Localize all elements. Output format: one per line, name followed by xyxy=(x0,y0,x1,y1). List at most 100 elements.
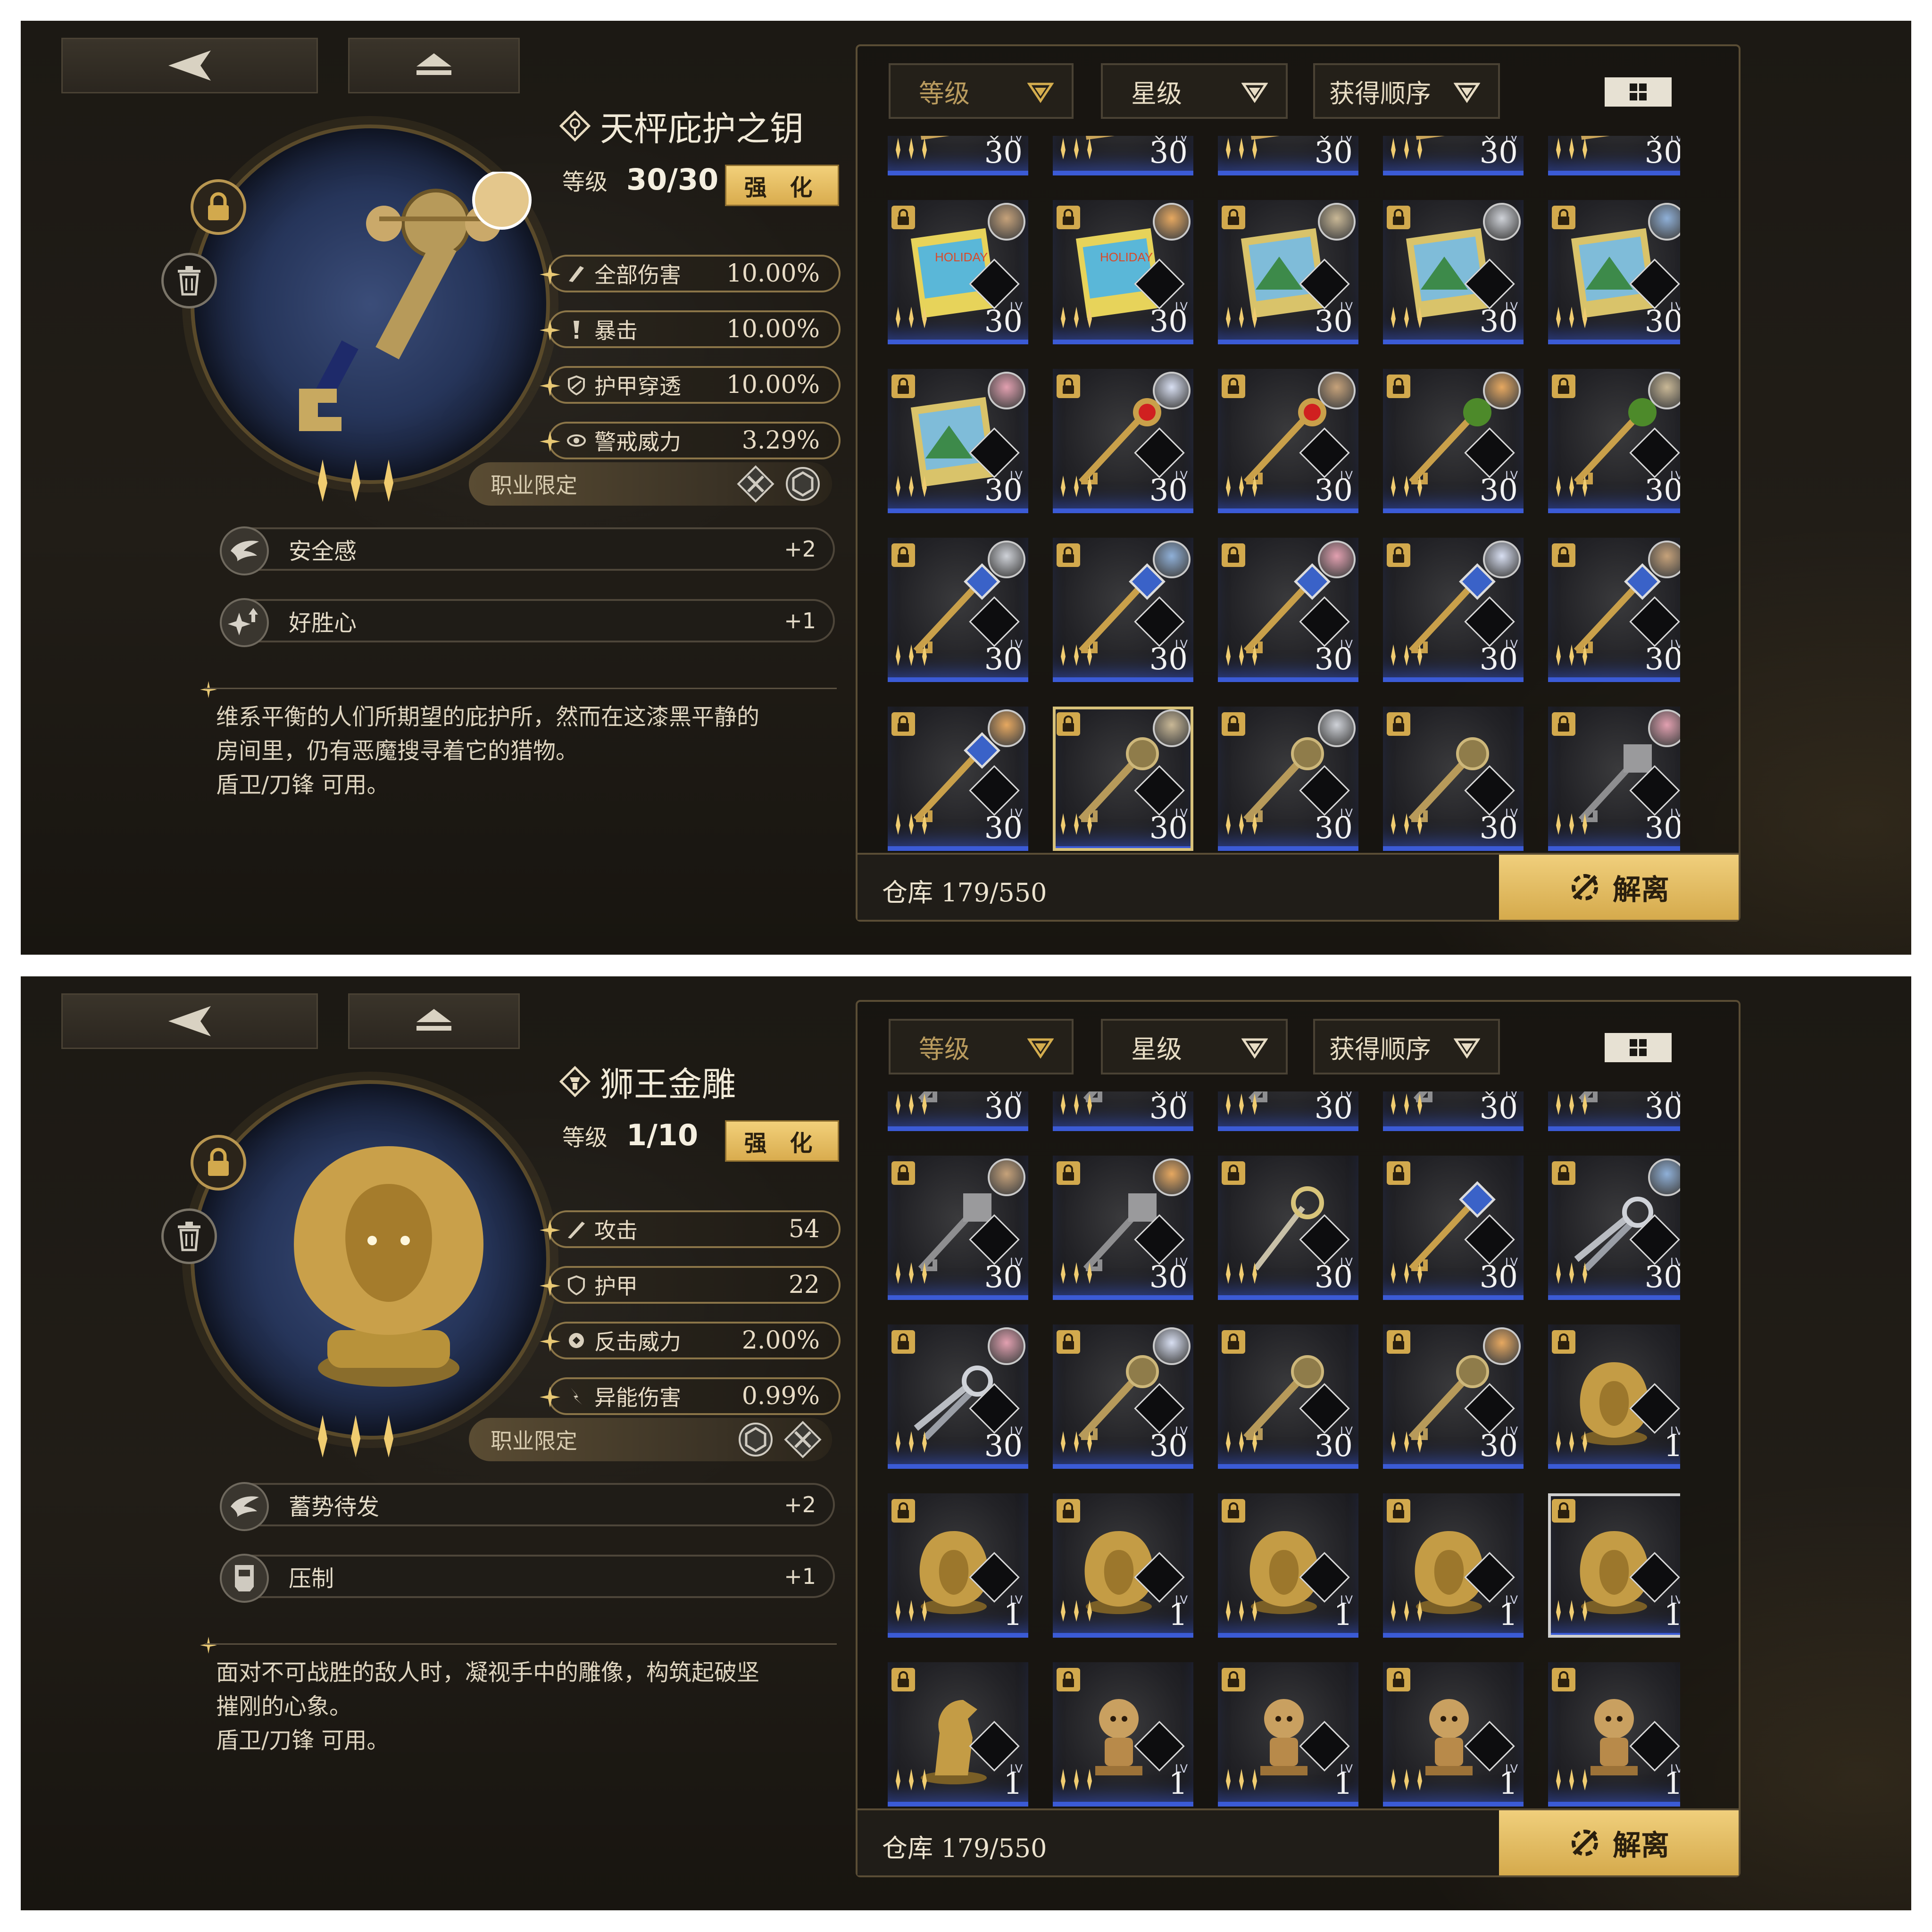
inventory-item-card[interactable]: LV30 xyxy=(888,136,1028,175)
inventory-item-card[interactable]: LV30 xyxy=(1548,136,1680,175)
back-button[interactable] xyxy=(61,38,318,93)
inventory-item-card[interactable]: LV30 xyxy=(1218,369,1358,513)
menu-button[interactable] xyxy=(348,38,520,93)
spark-icon xyxy=(540,320,560,341)
inventory-item-card[interactable]: LV30 xyxy=(1053,136,1193,175)
star-icon xyxy=(1554,475,1563,497)
inventory-item-card[interactable]: LV30 xyxy=(1548,200,1680,344)
item-stars xyxy=(1224,813,1259,835)
filter-star-dropdown[interactable]: 星级 xyxy=(1101,1019,1288,1074)
star-icon xyxy=(1058,307,1068,328)
inventory-item-card[interactable]: LV30 xyxy=(1383,538,1524,682)
filter-level-dropdown[interactable]: 等级 xyxy=(889,63,1074,119)
stat-value: 22 xyxy=(788,1271,820,1299)
character-avatar-icon xyxy=(1153,203,1191,241)
inventory-item-card[interactable]: LV30 xyxy=(1053,538,1193,682)
inventory-item-card[interactable]: LV30 xyxy=(1218,136,1358,175)
inventory-item-card[interactable]: HOLIDAY LV 30 xyxy=(1053,200,1193,344)
item-level: 1 xyxy=(1333,1598,1353,1632)
filter-label: 等级 xyxy=(919,78,970,108)
inventory-item-card[interactable]: LV1 xyxy=(1383,1493,1524,1638)
discard-button[interactable] xyxy=(161,253,217,308)
star-icon xyxy=(1237,1769,1246,1790)
inventory-item-card[interactable]: LV1 xyxy=(888,1493,1028,1638)
item-stars xyxy=(893,138,929,159)
grid-view-toggle[interactable] xyxy=(1605,1033,1672,1062)
star-icon xyxy=(1415,1769,1424,1790)
item-stars xyxy=(1389,1600,1424,1622)
inventory-item-card[interactable]: LV30 xyxy=(1218,200,1358,344)
inventory-item-card[interactable]: LV30 xyxy=(1218,1156,1358,1300)
inventory-item-card[interactable]: LV30 xyxy=(1548,1156,1680,1300)
dismantle-button[interactable]: 解离 xyxy=(1499,1810,1739,1875)
discard-button[interactable] xyxy=(161,1208,217,1264)
inventory-item-card[interactable]: LV30 xyxy=(1053,707,1193,851)
inventory-item-card[interactable]: LV30 xyxy=(1218,707,1358,851)
job-restriction-bar: 职业限定 xyxy=(469,462,832,506)
filter-star-dropdown[interactable]: 星级 xyxy=(1101,63,1288,119)
inventory-item-card[interactable]: LV30 xyxy=(888,538,1028,682)
menu-button[interactable] xyxy=(348,993,520,1049)
inventory-item-card[interactable]: LV30 xyxy=(1383,136,1524,175)
inventory-item-card[interactable]: LV1 xyxy=(1548,1493,1680,1638)
inventory-item-card[interactable]: LV30 xyxy=(888,707,1028,851)
inventory-item-card[interactable]: LV1 xyxy=(1218,1493,1358,1638)
inventory-item-card[interactable]: LV30 xyxy=(1218,538,1358,682)
item-stars xyxy=(1389,1431,1424,1453)
inventory-item-card[interactable]: LV1 xyxy=(1053,1662,1193,1807)
star-icon xyxy=(907,138,916,159)
description-line: 房间里，仍有恶魔搜寻着它的猎物。 xyxy=(216,738,579,764)
filter-order-dropdown[interactable]: 获得顺序 xyxy=(1313,63,1500,119)
inventory-item-card[interactable]: LV1 xyxy=(888,1662,1028,1807)
star-icon xyxy=(1402,813,1411,835)
inventory-item-card[interactable]: LV30 xyxy=(1383,1156,1524,1300)
item-level: 30 xyxy=(1644,642,1680,677)
inventory-item-card[interactable]: LV30 xyxy=(1548,538,1680,682)
inventory-item-card[interactable]: LV1 xyxy=(1548,1662,1680,1807)
attack-icon xyxy=(568,1222,585,1239)
skill-value: +2 xyxy=(784,1492,816,1517)
filter-level-dropdown[interactable]: 等级 xyxy=(889,1019,1074,1074)
item-stars xyxy=(1058,1600,1094,1622)
inventory-item-card[interactable]: LV30 xyxy=(1218,1091,1358,1131)
inventory-item-card[interactable]: LV30 xyxy=(1053,369,1193,513)
star-icon xyxy=(379,459,398,502)
inventory-item-card[interactable]: LV30 xyxy=(888,1156,1028,1300)
inventory-item-card[interactable]: LV30 xyxy=(1383,707,1524,851)
filter-order-dropdown[interactable]: 获得顺序 xyxy=(1313,1019,1500,1074)
inventory-item-card[interactable]: LV30 xyxy=(1383,1091,1524,1131)
inventory-item-card[interactable]: LV30 xyxy=(1383,1324,1524,1469)
grid-view-toggle[interactable] xyxy=(1605,77,1672,107)
inventory-item-card[interactable]: LV1 xyxy=(1053,1493,1193,1638)
inventory-item-card[interactable]: LV30 xyxy=(1383,369,1524,513)
inventory-item-card[interactable]: LV1 xyxy=(1383,1662,1524,1807)
enhance-button[interactable]: 强 化 xyxy=(726,1122,838,1160)
inventory-item-card[interactable]: LV30 xyxy=(1218,1324,1358,1469)
item-level: 30 xyxy=(1149,1260,1188,1295)
inventory-item-card[interactable]: LV30 xyxy=(1548,369,1680,513)
star-icon xyxy=(907,1262,916,1284)
inventory-item-card[interactable]: LV30 xyxy=(1053,1324,1193,1469)
inventory-item-card[interactable]: LV30 xyxy=(1548,707,1680,851)
inventory-item-card[interactable]: HOLIDAY LV 30 xyxy=(888,200,1028,344)
inventory-item-card[interactable]: LV30 xyxy=(1383,200,1524,344)
inventory-item-card[interactable]: LV1 xyxy=(1218,1662,1358,1807)
inventory-item-card[interactable]: LV30 xyxy=(888,369,1028,513)
star-icon xyxy=(1085,644,1094,666)
back-button[interactable] xyxy=(61,993,318,1049)
inventory-item-card[interactable]: LV30 xyxy=(1548,1091,1680,1131)
item-stars xyxy=(893,307,929,328)
inventory-item-card[interactable]: LV1 xyxy=(1548,1324,1680,1469)
star-icon xyxy=(1224,475,1233,497)
inventory-item-card[interactable]: LV30 xyxy=(1053,1091,1193,1131)
inventory-item-card[interactable]: LV30 xyxy=(888,1324,1028,1469)
star-icon xyxy=(1237,475,1246,497)
star-icon xyxy=(1237,1600,1246,1622)
enhance-button[interactable]: 强 化 xyxy=(726,166,838,205)
dismantle-button[interactable]: 解离 xyxy=(1499,855,1739,920)
inventory-item-card[interactable]: LV30 xyxy=(1053,1156,1193,1300)
inventory-item-card[interactable]: LV30 xyxy=(888,1091,1028,1131)
item-level: 30 xyxy=(1479,1091,1518,1126)
item-level: 30 xyxy=(1314,304,1353,339)
item-level: 30 xyxy=(1149,304,1188,339)
